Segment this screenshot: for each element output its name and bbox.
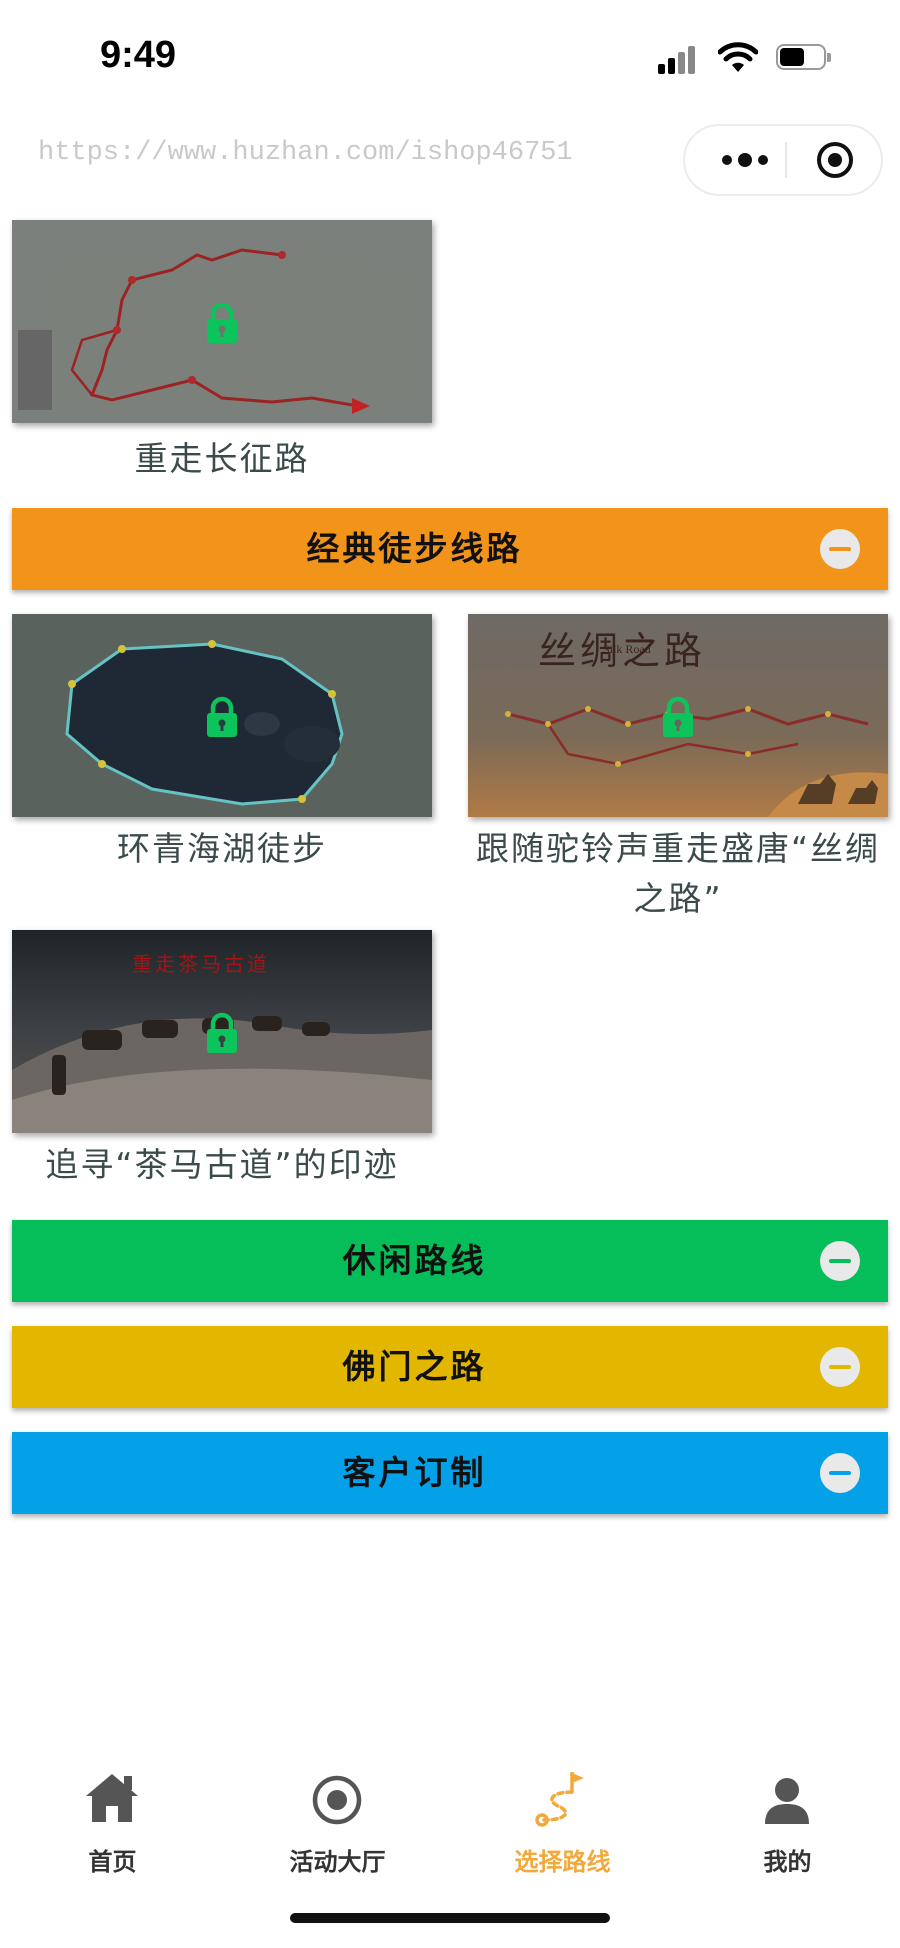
route-caption: 环青海湖徒步 (117, 829, 327, 868)
battery-icon (776, 44, 834, 72)
route-image-silk-road: 丝绸之路 Silk Road (468, 614, 888, 817)
status-time: 9:49 (100, 34, 177, 76)
category-title: 休闲路线 (342, 1241, 487, 1280)
category-title: 客户订制 (342, 1453, 487, 1492)
cellular-signal-icon (658, 44, 704, 74)
user-icon (765, 1778, 809, 1824)
capsule-divider (785, 142, 787, 178)
more-icon[interactable] (715, 150, 775, 170)
route-card-silk-road[interactable]: 丝绸之路 Silk Road 跟随驼铃声重走盛唐“丝绸之路” (468, 614, 888, 924)
target-icon (312, 1775, 362, 1825)
tab-label: 选择路线 (514, 1848, 611, 1876)
tab-label: 活动大厅 (289, 1848, 386, 1876)
tab-choose-route[interactable]: 选择路线 (450, 1750, 675, 1880)
mini-program-capsule (683, 124, 883, 196)
tab-label: 首页 (88, 1848, 137, 1876)
tea-horse-overlay-title: 重走茶马古道 (132, 952, 270, 976)
route-caption: 跟随驼铃声重走盛唐“丝绸之路” (475, 829, 881, 918)
silk-road-overlay-subtitle: Silk Road (603, 642, 651, 656)
category-bar-leisure[interactable]: 休闲路线 (12, 1220, 888, 1302)
home-indicator (290, 1913, 610, 1923)
collapse-toggle-icon[interactable] (820, 529, 860, 569)
lock-icon (663, 696, 693, 737)
category-title: 佛门之路 (342, 1347, 487, 1386)
route-card-long-march[interactable]: 重走长征路 (12, 220, 432, 490)
tab-home[interactable]: 首页 (0, 1750, 225, 1880)
category-bar-custom[interactable]: 客户订制 (12, 1432, 888, 1514)
bottom-tab-bar: 首页 活动大厅 选择路线 我的 (0, 1750, 900, 1890)
watermark-url: https://www.huzhan.com/ishop46751 (38, 138, 573, 168)
route-card-tea-horse-road[interactable]: 重走茶马古道 追寻“茶马古道”的印迹 (12, 930, 432, 1200)
route-card-qinghai-lake[interactable]: 环青海湖徒步 (12, 614, 432, 884)
route-image-long-march (12, 220, 432, 423)
category-bar-buddhist[interactable]: 佛门之路 (12, 1326, 888, 1408)
tab-label: 我的 (763, 1848, 812, 1876)
tab-mine[interactable]: 我的 (675, 1750, 900, 1880)
home-icon (86, 1774, 138, 1822)
wifi-icon (718, 42, 758, 72)
collapse-toggle-icon[interactable] (820, 1453, 860, 1493)
collapse-toggle-icon[interactable] (820, 1241, 860, 1281)
lock-icon (207, 302, 237, 343)
route-image-tea-horse-road: 重走茶马古道 (12, 930, 432, 1133)
route-caption: 追寻“茶马古道”的印迹 (45, 1145, 399, 1184)
collapse-toggle-icon[interactable] (820, 1347, 860, 1387)
lock-icon (207, 696, 237, 737)
route-flag-icon (535, 1772, 584, 1827)
close-miniprogram-icon[interactable] (815, 140, 855, 180)
route-caption: 重走长征路 (134, 439, 310, 478)
route-image-qinghai-lake (12, 614, 432, 817)
lock-icon (207, 1012, 237, 1053)
category-bar-hiking[interactable]: 经典徒步线路 (12, 508, 888, 590)
tab-activity-hall[interactable]: 活动大厅 (225, 1750, 450, 1880)
category-title: 经典徒步线路 (306, 529, 523, 568)
